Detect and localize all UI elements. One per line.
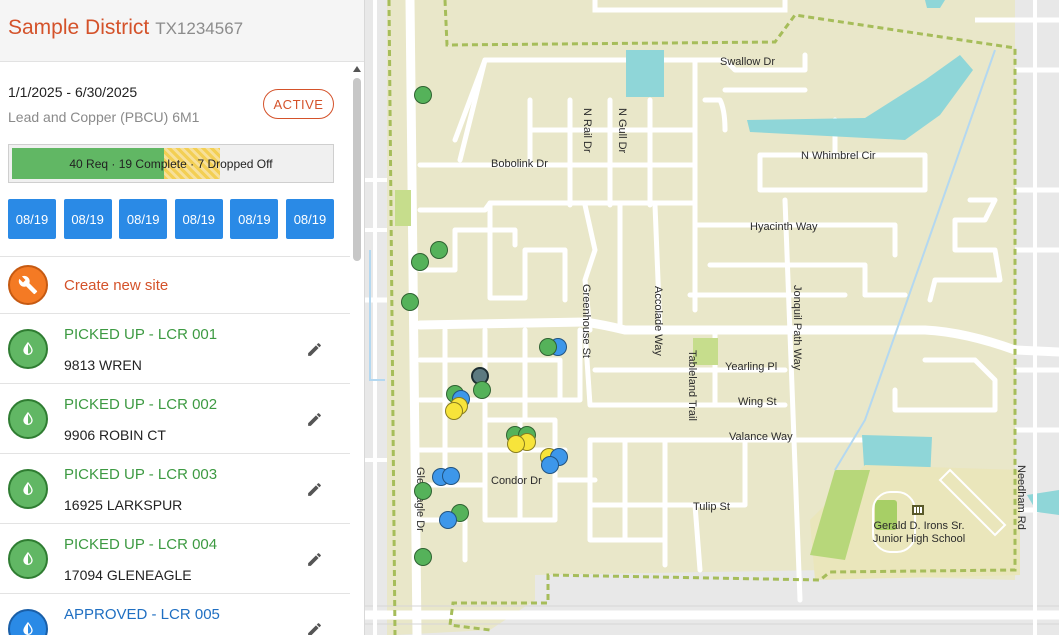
site-address: 9906 ROBIN CT (64, 427, 166, 443)
street-label: Greenhouse St (580, 284, 592, 358)
site-list: PICKED UP - LCR 001 9813 WREN PICKED UP … (0, 314, 350, 635)
street-label: Hyacinth Way (750, 221, 818, 233)
progress-label: 40 Req · 19 Complete · 7 Dropped Off (69, 156, 273, 171)
date-button[interactable]: 08/19 (285, 199, 334, 239)
site-marker[interactable] (507, 435, 525, 453)
water-drop-icon (8, 469, 48, 509)
street-label: Wing St (738, 396, 777, 408)
street-label: Valance Way (729, 431, 793, 443)
edit-pencil-icon[interactable] (303, 618, 325, 635)
edit-pencil-icon[interactable] (303, 338, 325, 360)
edit-pencil-icon[interactable] (303, 478, 325, 500)
street-label: N Gull Dr (616, 108, 628, 154)
site-marker[interactable] (414, 482, 432, 500)
edit-pencil-icon[interactable] (303, 548, 325, 570)
site-marker[interactable] (541, 456, 559, 474)
water-drop-icon (8, 329, 48, 369)
site-list-item[interactable]: PICKED UP - LCR 001 9813 WREN (0, 314, 350, 384)
site-address: 9813 WREN (64, 357, 142, 373)
scroll-up-arrow-icon[interactable] (353, 66, 361, 72)
street-label: Condor Dr (491, 475, 542, 487)
street-label: Yearling Pl (725, 361, 778, 373)
date-button[interactable]: 08/19 (8, 199, 56, 239)
date-button[interactable]: 08/19 (174, 199, 223, 239)
street-label: Bobolink Dr (491, 158, 548, 170)
street-label: Tableland Trail (686, 350, 698, 421)
date-button[interactable]: 08/19 (63, 199, 112, 239)
site-list-item[interactable]: PICKED UP - LCR 004 17094 GLENEAGLE (0, 524, 350, 594)
street-label: Tulip St (693, 501, 730, 513)
create-site-button[interactable]: Create new site (8, 265, 348, 305)
site-marker[interactable] (445, 402, 463, 420)
water-drop-icon (8, 539, 48, 579)
site-list-item[interactable]: PICKED UP - LCR 003 16925 LARKSPUR (0, 454, 350, 524)
site-list-item[interactable]: APPROVED - LCR 005 (0, 594, 350, 635)
site-marker[interactable] (473, 381, 491, 399)
date-button[interactable]: 08/19 (119, 199, 168, 239)
site-address: 16925 LARKSPUR (64, 497, 183, 513)
site-marker[interactable] (414, 548, 432, 566)
district-id: TX1234567 (155, 19, 244, 38)
site-marker[interactable] (411, 253, 429, 271)
street-label: Needham Rd (1015, 465, 1027, 530)
site-status: PICKED UP - LCR 004 (64, 536, 218, 553)
site-marker[interactable] (430, 241, 448, 259)
street-label: Accolade Way (652, 286, 664, 356)
district-header: Sample District TX1234567 (0, 0, 364, 62)
create-site-label: Create new site (64, 276, 169, 294)
school-label: Gerald D. Irons Sr. Junior High School (872, 520, 966, 545)
school-icon (911, 503, 925, 515)
sampling-progress-bar: 40 Req · 19 Complete · 7 Dropped Off (8, 144, 334, 183)
site-marker[interactable] (414, 86, 432, 104)
street-label: Swallow Dr (720, 56, 776, 68)
street-label: N Whimbrel Cir (801, 150, 876, 162)
site-status: PICKED UP - LCR 003 (64, 466, 218, 483)
street-label: N Rail Dr (581, 108, 593, 153)
site-status: APPROVED - LCR 005 (64, 606, 220, 623)
sidebar-scrollbar[interactable] (352, 66, 362, 635)
scroll-thumb[interactable] (353, 78, 361, 261)
site-marker[interactable] (442, 467, 460, 485)
water-drop-icon (8, 609, 48, 635)
date-buttons: 08/19 08/19 08/19 08/19 08/19 08/19 (8, 199, 334, 239)
site-marker[interactable] (401, 293, 419, 311)
edit-pencil-icon[interactable] (303, 408, 325, 430)
site-list-item[interactable]: PICKED UP - LCR 002 9906 ROBIN CT (0, 384, 350, 454)
district-name: Sample District (8, 16, 150, 39)
map-view[interactable]: Swallow Dr N Rail Dr N Gull Dr Bobolink … (365, 0, 1059, 635)
wrench-icon (8, 265, 48, 305)
site-address: 17094 GLENEAGLE (64, 567, 192, 583)
sidebar: Sample District TX1234567 1/1/2025 - 6/30… (0, 0, 365, 635)
site-status: PICKED UP - LCR 002 (64, 396, 218, 413)
street-label: Jonquil Path Way (791, 285, 803, 371)
divider (0, 256, 350, 257)
site-status: PICKED UP - LCR 001 (64, 326, 218, 343)
site-marker[interactable] (439, 511, 457, 529)
water-drop-icon (8, 399, 48, 439)
status-badge: ACTIVE (263, 89, 334, 119)
app-root: Sample District TX1234567 1/1/2025 - 6/30… (0, 0, 1059, 635)
date-button[interactable]: 08/19 (230, 199, 279, 239)
site-marker[interactable] (539, 338, 557, 356)
